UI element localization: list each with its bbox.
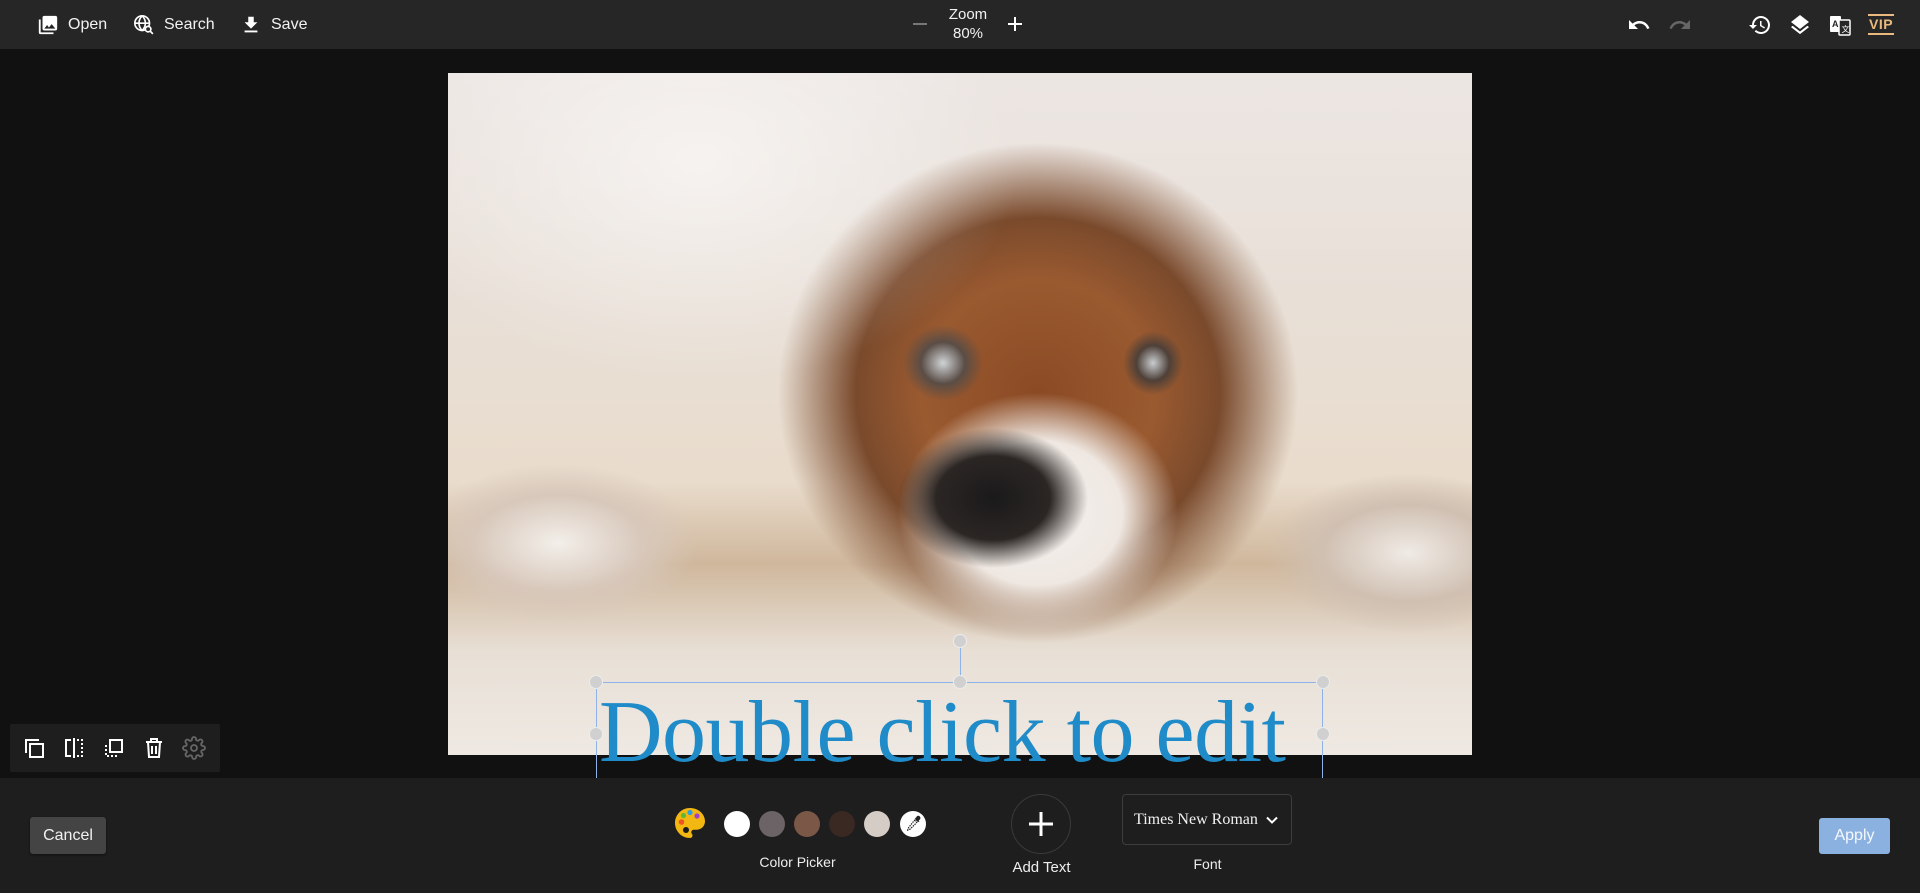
canvas-area: Double click to edit [0, 49, 1920, 793]
color-swatch-brown[interactable] [794, 811, 820, 837]
cancel-button[interactable]: Cancel [30, 817, 106, 854]
eyedropper-button[interactable] [900, 811, 926, 837]
color-swatch-gray[interactable] [759, 811, 785, 837]
add-text-button[interactable] [1011, 794, 1071, 854]
layers-button[interactable] [1787, 12, 1813, 38]
undo-button[interactable] [1626, 12, 1652, 38]
plus-icon [1029, 812, 1053, 836]
translate-icon: A文 [1830, 16, 1851, 36]
flip-horizontal-icon [65, 738, 83, 758]
history-button[interactable] [1747, 12, 1773, 38]
flip-horizontal-button[interactable] [62, 736, 86, 760]
bring-to-front-button[interactable] [102, 736, 126, 760]
object-toolbar [10, 724, 220, 772]
image-highlight [448, 73, 1048, 433]
layers-icon [1791, 15, 1809, 35]
zoom-title: Zoom [948, 6, 988, 23]
delete-button[interactable] [142, 736, 166, 760]
search-button[interactable]: Search [133, 0, 215, 49]
text-layer[interactable]: Double click to edit [599, 685, 1321, 783]
open-button[interactable]: Open [37, 0, 107, 49]
zoom-out-icon[interactable] [910, 14, 930, 34]
bring-to-front-icon [105, 739, 123, 757]
color-swatch-white[interactable] [724, 811, 750, 837]
apply-button[interactable]: Apply [1819, 818, 1890, 854]
palette-icon [675, 808, 705, 838]
bottom-toolbar: Cancel Color Picker Add Text Times New R… [0, 778, 1920, 893]
globe-search-icon [134, 14, 154, 34]
svg-text:A: A [1832, 19, 1839, 29]
top-toolbar: Open Search Save Zoom 80% A文 VIP [0, 0, 1920, 49]
open-label: Open [68, 15, 108, 33]
text-layer-selection[interactable]: Double click to edit [596, 682, 1323, 786]
save-button[interactable]: Save [240, 0, 307, 49]
duplicate-icon [25, 739, 44, 758]
duplicate-button[interactable] [22, 736, 46, 760]
gear-icon [182, 736, 206, 760]
rotate-handle[interactable] [953, 634, 967, 648]
resize-handle-top[interactable] [953, 675, 967, 689]
svg-text:文: 文 [1842, 24, 1850, 34]
chevron-down-icon [1266, 816, 1278, 824]
zoom-control: Zoom 80% [900, 0, 1040, 49]
resize-handle-right[interactable] [1316, 727, 1330, 741]
resize-handle-left[interactable] [589, 727, 603, 741]
font-label: Font [1193, 856, 1222, 872]
translate-button[interactable]: A文 [1827, 12, 1853, 38]
zoom-readout: Zoom 80% [938, 5, 998, 43]
redo-icon [1669, 20, 1690, 29]
color-swatch-beige[interactable] [864, 811, 890, 837]
save-label: Save [271, 15, 308, 33]
image-gallery-icon [38, 15, 58, 34]
zoom-value: 80% [952, 25, 984, 42]
resize-handle-top-right[interactable] [1316, 675, 1330, 689]
color-picker-label: Color Picker [759, 854, 836, 870]
settings-button[interactable] [182, 736, 206, 760]
trash-icon [146, 738, 162, 758]
search-label: Search [164, 15, 215, 33]
resize-handle-top-left[interactable] [589, 675, 603, 689]
undo-icon [1629, 20, 1650, 29]
redo-button[interactable] [1667, 12, 1693, 38]
font-dropdown[interactable]: Times New Roman [1122, 794, 1292, 845]
color-palette-button[interactable] [673, 806, 707, 840]
add-text-label: Add Text [1012, 859, 1071, 876]
history-icon [1749, 16, 1770, 34]
vip-badge[interactable]: VIP [1868, 14, 1895, 35]
download-icon [244, 16, 258, 32]
eyedropper-icon [906, 815, 921, 831]
color-swatch-dark-brown[interactable] [829, 811, 855, 837]
font-dropdown-value: Times New Roman [1134, 810, 1258, 828]
zoom-in-icon[interactable] [1005, 14, 1025, 34]
